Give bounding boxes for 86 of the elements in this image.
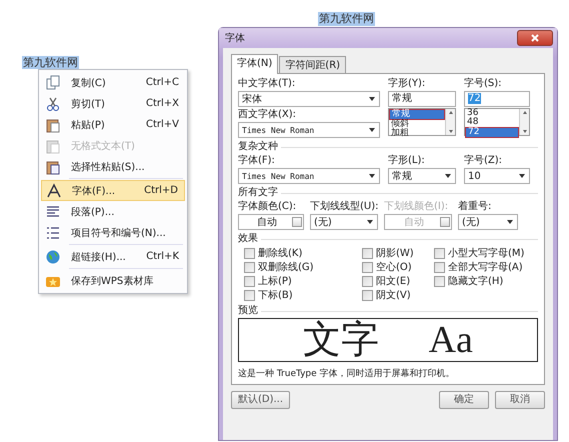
checkbox[interactable] (434, 262, 445, 272)
globe-icon (45, 248, 61, 264)
copy-icon (45, 74, 61, 90)
checkbox[interactable] (434, 276, 445, 286)
dialog-button[interactable]: 确定 (439, 391, 489, 409)
checkbox-label: 隐藏文字(H) (448, 274, 504, 288)
menu-item[interactable]: 段落(P)... (41, 201, 185, 222)
field-label: 下划线颜色(I): (384, 200, 450, 213)
checkbox[interactable] (362, 248, 373, 258)
clipboard-icon (45, 138, 61, 154)
paragraph-icon (45, 204, 61, 220)
clipboard-icon (45, 158, 61, 174)
list-box[interactable]: 常规 倾斜 加粗 (388, 108, 456, 136)
section-heading: 所有文字 (238, 187, 278, 199)
checkbox[interactable] (244, 248, 255, 258)
section-heading: 预览 (238, 305, 258, 317)
checkbox-label: 阴影(W) (376, 247, 414, 260)
menu-item[interactable]: 字体(F)... Ctrl+D (41, 180, 185, 201)
list-option[interactable]: 加粗 (389, 129, 445, 138)
checkbox-label: 空心(O) (376, 260, 412, 274)
checkbox[interactable] (362, 290, 373, 300)
list-option[interactable]: 36 (465, 109, 519, 118)
menu-item[interactable]: 项目符号和编号(N)... (41, 222, 185, 243)
selected-text: 第九软件网 (318, 12, 375, 26)
checkbox-label: 阴文(V) (376, 288, 411, 302)
tab[interactable]: 字符间距(R) (279, 56, 346, 73)
list-option[interactable]: 48 (465, 118, 519, 127)
checkbox[interactable] (434, 248, 445, 258)
tab[interactable]: 字体(N) (231, 54, 278, 74)
scrollbar[interactable] (519, 109, 529, 135)
close-button[interactable] (517, 30, 553, 46)
list-box[interactable]: 36 48 72 (464, 108, 530, 136)
checkbox-label: 全部大写字母(A) (448, 260, 523, 274)
preview-sample: 文字 Aa (303, 320, 473, 360)
font-icon (46, 182, 62, 198)
field-label: 字形(Y): (388, 77, 426, 90)
menu-item[interactable]: 选择性粘贴(S)... (41, 156, 185, 177)
menu-item[interactable]: 超链接(H)... Ctrl+K (41, 246, 185, 267)
dropdown-field[interactable]: (无) (458, 214, 518, 230)
selected-text: 第九软件网 (22, 56, 79, 69)
dropdown-field[interactable]: Times New Roman (238, 122, 380, 138)
checkbox[interactable] (244, 290, 255, 300)
field-label: 西文字体(X): (238, 108, 298, 121)
dropdown-field[interactable]: (无) (310, 214, 378, 230)
menu-item[interactable]: 粘贴(P) Ctrl+V (41, 114, 185, 135)
checkbox[interactable] (362, 276, 373, 286)
dialog-button[interactable]: 默认(D)... (231, 391, 290, 409)
list-option[interactable]: 72 (465, 127, 519, 138)
checkbox-label: 下标(B) (258, 288, 293, 302)
font-description: 这是一种 TrueType 字体，同时适用于屏幕和打印机。 (238, 368, 456, 380)
checkbox-label: 双删除线(G) (258, 260, 314, 274)
dropdown-field[interactable]: 宋体 (238, 91, 380, 107)
menu-item[interactable]: 复制(C) Ctrl+C (41, 72, 185, 93)
checkbox-label: 阳文(E) (376, 274, 410, 288)
checkbox[interactable] (244, 276, 255, 286)
field-label: 中文字体(T): (238, 77, 296, 90)
checkbox[interactable] (362, 262, 373, 272)
field-label: 下划线线型(U): (310, 200, 378, 213)
list-option[interactable]: 倾斜 (389, 120, 445, 129)
section-heading: 效果 (238, 233, 258, 245)
bullet-list-icon (45, 224, 61, 240)
dropdown-field[interactable]: 常规 (388, 168, 456, 184)
menu-item[interactable]: 保存到WPS素材库 (41, 270, 185, 291)
color-dropdown[interactable]: 自动 (238, 214, 304, 230)
field-label: 字体颜色(C): (238, 200, 298, 213)
scissors-icon (45, 96, 61, 112)
checkbox-label: 删除线(K) (258, 246, 302, 260)
scrollbar[interactable] (445, 109, 455, 135)
clipboard-icon (45, 116, 61, 132)
field-label: 字号(Z): (464, 154, 504, 167)
menu-item[interactable]: 剪切(T) Ctrl+X (41, 93, 185, 114)
checkbox-label: 小型大写字母(M) (448, 246, 524, 260)
input-field[interactable]: 常规 (388, 91, 456, 107)
checkbox[interactable] (244, 262, 255, 272)
section-heading: 复杂文种 (238, 141, 278, 153)
field-label: 字形(L): (388, 154, 426, 167)
field-label: 字号(S): (464, 77, 503, 90)
window-title: 字体 (224, 32, 245, 45)
close-icon (531, 34, 539, 42)
list-option[interactable]: 常规 (389, 109, 445, 120)
field-label: 字体(F): (238, 154, 276, 167)
field-label: 着重号: (458, 200, 492, 213)
dropdown-field[interactable]: Times New Roman (238, 168, 380, 184)
dialog-button[interactable]: 取消 (495, 391, 545, 409)
dropdown-field[interactable]: 10 (464, 168, 530, 184)
checkbox-label: 上标(P) (258, 274, 292, 288)
